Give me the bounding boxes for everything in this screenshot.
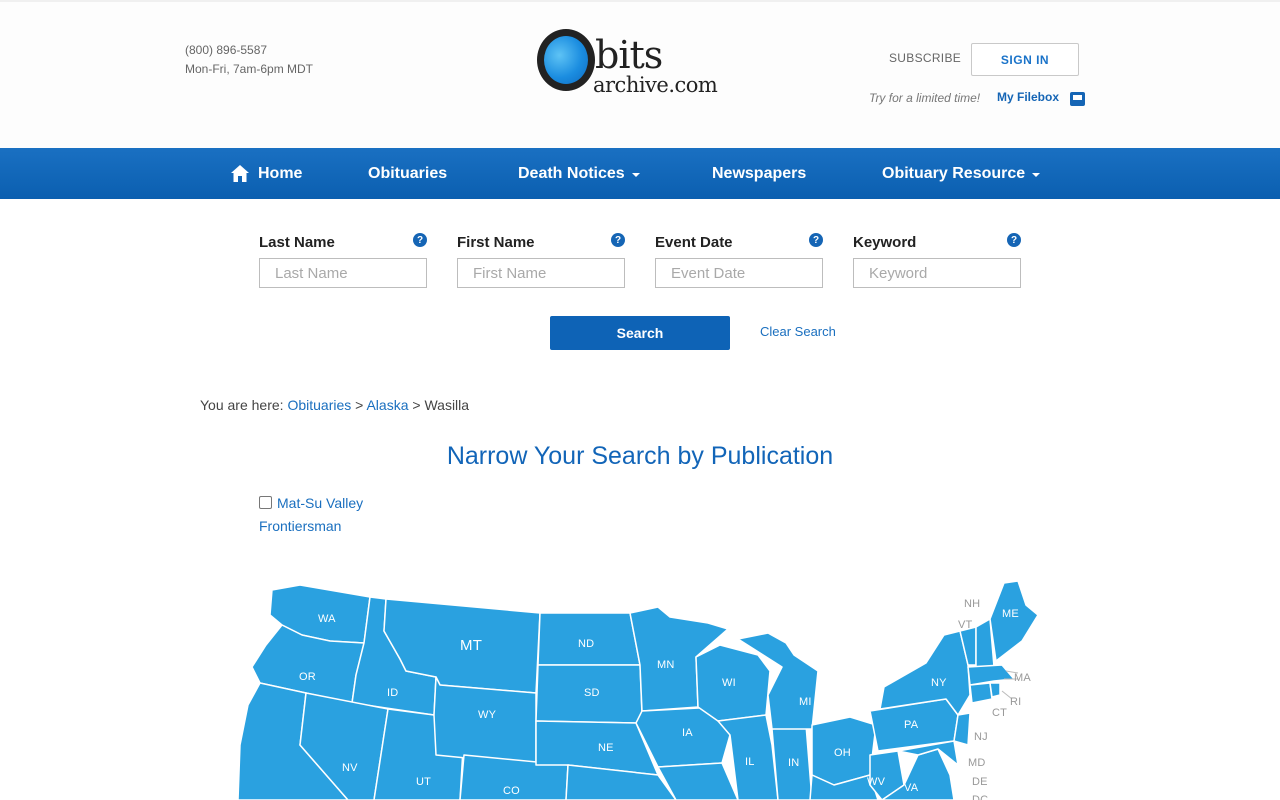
search-button[interactable]: Search xyxy=(550,316,730,350)
map-label: VA xyxy=(904,782,919,794)
map-state-me[interactable] xyxy=(989,580,1039,662)
map-label: UT xyxy=(416,776,432,788)
help-icon[interactable]: ? xyxy=(611,233,625,247)
map-state-ny[interactable] xyxy=(879,630,971,716)
map-label: NE xyxy=(598,742,614,754)
publication-item[interactable]: Mat-Su Valley Frontiersman xyxy=(259,492,399,538)
map-label: OR xyxy=(299,671,316,683)
first-name-field: First Name ? xyxy=(457,230,625,288)
map-label: OH xyxy=(834,747,851,759)
last-name-label: Last Name xyxy=(259,234,335,251)
nav-obituaries-label: Obituaries xyxy=(368,164,448,182)
phone-number[interactable]: (800) 896-5587 xyxy=(185,41,313,60)
logo-domain-text: archive.com xyxy=(593,73,718,97)
map-label: ND xyxy=(578,638,595,650)
breadcrumb-separator: > xyxy=(355,397,364,413)
first-name-label: First Name xyxy=(457,234,535,251)
contact-info: (800) 896-5587 Mon-Fri, 7am-6pm MDT xyxy=(185,41,313,79)
map-label: MD xyxy=(968,757,986,769)
logo-o-mark xyxy=(537,29,595,91)
event-date-input[interactable] xyxy=(655,258,823,288)
section-title: Narrow Your Search by Publication xyxy=(446,442,834,470)
caret-down-icon xyxy=(1032,172,1041,177)
keyword-label: Keyword xyxy=(853,234,917,251)
map-label: WA xyxy=(318,613,336,625)
us-map: WA MT ND MN OR ID SD WI MI NY WY NE IA P… xyxy=(238,575,1048,800)
map-label: SD xyxy=(584,687,600,699)
publication-checkbox[interactable] xyxy=(259,496,272,509)
map-label: PA xyxy=(904,719,919,731)
filebox-icon[interactable] xyxy=(1069,90,1086,107)
map-label: WI xyxy=(722,677,736,689)
us-map-svg xyxy=(238,580,1039,800)
map-label: ID xyxy=(387,687,399,699)
map-label: IN xyxy=(788,757,800,769)
map-state-ri[interactable] xyxy=(989,682,1001,698)
map-label: ME xyxy=(1002,608,1019,620)
help-icon[interactable]: ? xyxy=(413,233,427,247)
map-label: NV xyxy=(342,762,358,774)
event-date-field: Event Date ? xyxy=(655,230,823,288)
nav-obituary-resource-label: Obituary Resource xyxy=(882,164,1026,182)
nav-newspapers[interactable]: Newspapers xyxy=(712,148,806,199)
map-state-ct[interactable] xyxy=(969,682,993,704)
breadcrumb-prefix: You are here: xyxy=(200,397,284,413)
map-label: MI xyxy=(799,696,812,708)
map-label: RI xyxy=(1010,696,1022,708)
map-label: IA xyxy=(682,727,693,739)
breadcrumb-obituaries[interactable]: Obituaries xyxy=(287,397,351,413)
caret-down-icon xyxy=(631,172,640,177)
main-nav: Home Obituaries Death Notices Newspapers… xyxy=(0,148,1280,199)
breadcrumb-separator: > xyxy=(412,397,421,413)
keyword-field: Keyword ? xyxy=(853,230,1021,288)
map-label: WV xyxy=(867,776,886,788)
nav-death-notices-label: Death Notices xyxy=(518,164,625,182)
nav-death-notices[interactable]: Death Notices xyxy=(518,148,640,199)
promo-text: Try for a limited time! xyxy=(869,91,981,105)
map-label: NH xyxy=(964,598,981,610)
home-icon xyxy=(231,165,249,182)
map-state-ma[interactable] xyxy=(967,664,1015,686)
sign-in-button[interactable]: SIGN IN xyxy=(971,43,1079,76)
nav-obituaries[interactable]: Obituaries xyxy=(368,148,447,199)
event-date-label: Event Date xyxy=(655,234,733,251)
map-label: MT xyxy=(460,637,483,654)
breadcrumb-alaska[interactable]: Alaska xyxy=(366,397,408,413)
nav-obituary-resource[interactable]: Obituary Resource xyxy=(882,148,1041,199)
logo-main-text: bits xyxy=(595,33,663,77)
map-label: NJ xyxy=(974,731,988,743)
map-label: VT xyxy=(958,619,973,631)
subscribe-link[interactable]: SUBSCRIBE xyxy=(889,51,961,65)
map-label: CO xyxy=(503,785,520,797)
map-label: DC xyxy=(972,794,989,800)
map-label: CT xyxy=(992,707,1008,719)
map-label: NY xyxy=(931,677,947,689)
keyword-input[interactable] xyxy=(853,258,1021,288)
map-label: WY xyxy=(478,709,497,721)
nav-newspapers-label: Newspapers xyxy=(712,164,807,182)
breadcrumb-current: Wasilla xyxy=(424,397,470,413)
help-icon[interactable]: ? xyxy=(809,233,823,247)
clear-search-link[interactable]: Clear Search xyxy=(760,324,836,339)
help-icon[interactable]: ? xyxy=(1007,233,1021,247)
business-hours: Mon-Fri, 7am-6pm MDT xyxy=(185,62,314,76)
map-label: MA xyxy=(1014,672,1031,684)
my-filebox-link[interactable]: My Filebox xyxy=(997,90,1059,104)
map-label: DE xyxy=(972,776,988,788)
publication-label[interactable]: Mat-Su Valley Frontiersman xyxy=(259,495,363,534)
map-label: MN xyxy=(657,659,675,671)
last-name-input[interactable] xyxy=(259,258,427,288)
first-name-input[interactable] xyxy=(457,258,625,288)
last-name-field: Last Name ? xyxy=(259,230,427,288)
site-header: (800) 896-5587 Mon-Fri, 7am-6pm MDT bits… xyxy=(0,0,1280,148)
site-logo[interactable]: bits archive.com xyxy=(535,27,745,99)
map-label: IL xyxy=(745,756,755,768)
breadcrumb: You are here: Obituaries > Alaska > Wasi… xyxy=(200,397,469,413)
nav-home-label: Home xyxy=(258,164,303,182)
nav-home[interactable]: Home xyxy=(231,148,302,199)
